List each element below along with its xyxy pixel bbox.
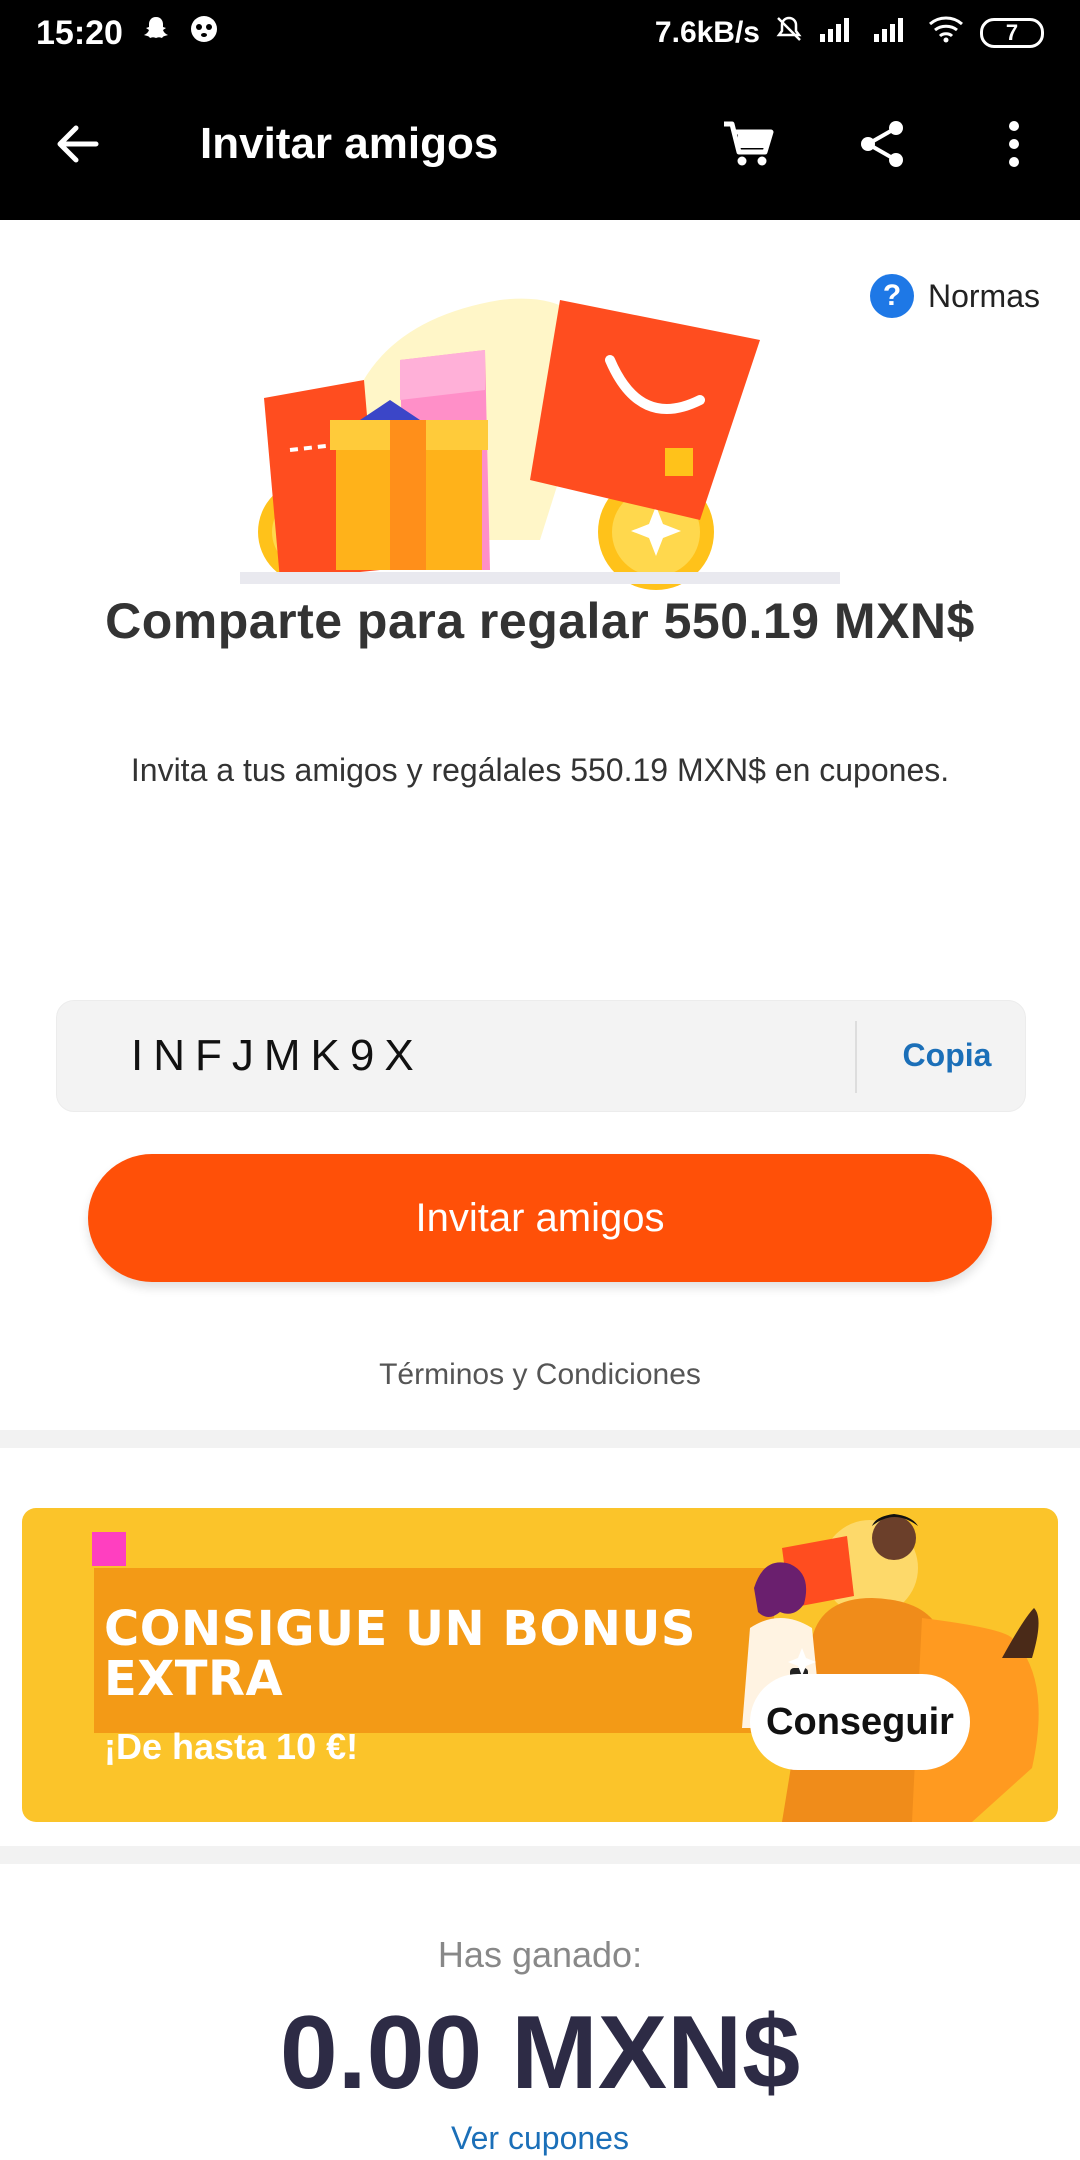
signal-icon [872,14,912,52]
section-divider [0,1846,1080,1864]
banner-title: CONSIGUE UN BONUS EXTRA [104,1601,696,1707]
invite-friends-button[interactable]: Invitar amigos [88,1154,992,1282]
share-description: Invita a tus amigos y regálales 550.19 M… [130,752,950,788]
earned-label: Has ganado: [437,1934,643,1975]
help-icon: ? [869,274,914,318]
pandora-icon [189,14,219,53]
rules-link-label: Normas [927,277,1040,314]
mute-icon [774,14,804,52]
get-bonus-button[interactable]: Conseguir [750,1674,970,1770]
earned-amount: 0.00 MXN$ [279,1995,801,2111]
terms-link[interactable]: Términos y Condiciones [0,1358,1080,1392]
battery-level: 7 [1005,20,1019,45]
back-arrow-icon[interactable] [50,116,106,172]
banner-decoration [92,1532,126,1566]
share-icon[interactable] [852,114,912,174]
copy-button[interactable]: Copia [877,1037,1017,1074]
code-divider [855,1021,857,1093]
signal-icon [818,14,858,52]
gift-illustration [240,280,840,590]
status-time: 15:20 [36,13,123,52]
battery-icon: 7 [980,18,1044,48]
section-divider [0,1430,1080,1448]
bonus-banner[interactable]: CONSIGUE UN BONUS EXTRA ¡De hasta 10 €! … [22,1508,1058,1822]
status-right: 7.6kB/s 7 [655,14,1044,52]
page-title: Invitar amigos [200,119,499,168]
share-headline: Comparte para regalar 550.19 MXN$ [105,593,975,649]
app-bar: Invitar amigos [0,66,1080,220]
status-left: 15:20 [36,14,219,53]
cart-icon[interactable] [718,114,778,174]
wifi-icon [926,14,966,52]
view-coupons-link[interactable]: Ver cupones [0,2120,1080,2157]
screen: 15:20 7.6kB/s 7 Invitar amigos ? Normas … [0,0,1080,2160]
snapchat-icon [141,14,171,53]
more-vertical-icon[interactable] [984,114,1044,174]
rules-link[interactable]: ? Normas [869,274,1040,318]
status-bar: 15:20 7.6kB/s 7 [0,0,1080,66]
invite-code: INFJMK9X [131,1031,424,1080]
invite-code-box: INFJMK9X Copia [56,1000,1026,1112]
banner-subtitle: ¡De hasta 10 €! [104,1726,359,1767]
network-speed: 7.6kB/s [654,16,760,49]
